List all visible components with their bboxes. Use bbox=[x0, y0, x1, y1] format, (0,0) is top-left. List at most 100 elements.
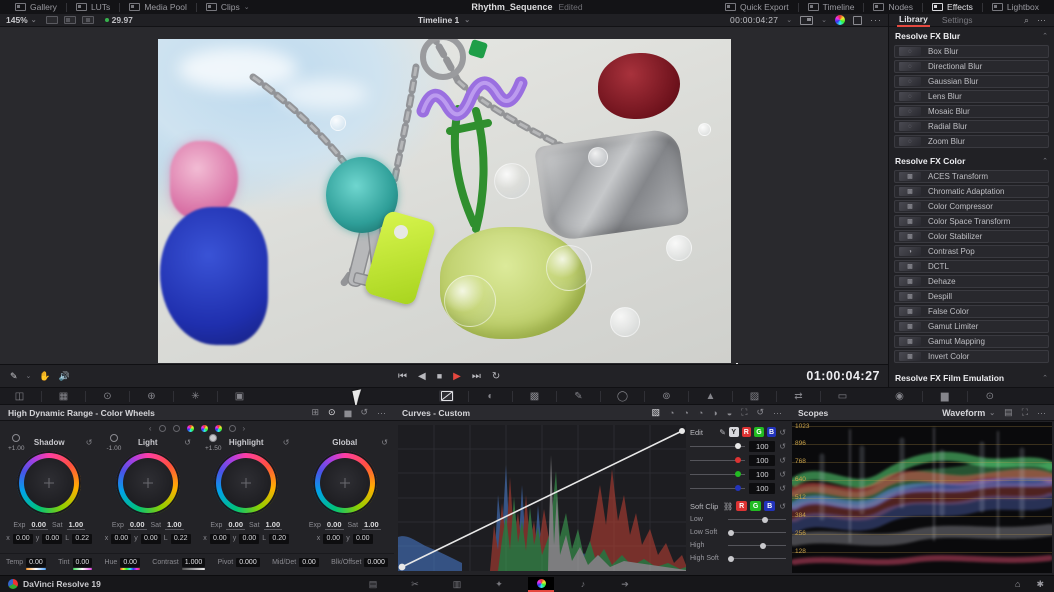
effect-item-color-stabilizer[interactable]: ▩ Color Stabilizer bbox=[894, 230, 1049, 243]
loop-button[interactable]: ↻ bbox=[492, 371, 500, 382]
color-wheels-palette-icon[interactable]: ⊙ bbox=[100, 390, 115, 402]
chevron-down-icon[interactable]: ⌄ bbox=[26, 372, 32, 380]
custom-curve-icon[interactable]: ▧ bbox=[651, 407, 660, 418]
l-value[interactable]: 0.20 bbox=[269, 534, 289, 544]
page-media[interactable]: ▤ bbox=[360, 577, 386, 592]
l-value[interactable]: 0.22 bbox=[72, 534, 92, 544]
gallery-button[interactable]: Gallery bbox=[6, 0, 66, 14]
reset-icon[interactable]: ↺ bbox=[779, 428, 786, 437]
color-match-palette-icon[interactable]: ▦ bbox=[56, 390, 71, 402]
param-value[interactable]: 0.000 bbox=[364, 558, 388, 567]
soft-slider-low-soft[interactable]: Low Soft bbox=[690, 526, 786, 539]
effect-item-dctl[interactable]: ▩ DCTL bbox=[894, 260, 1049, 273]
zoom-select[interactable]: 145% ⌄ bbox=[0, 15, 43, 25]
reset-icon[interactable]: ↺ bbox=[779, 484, 786, 493]
reset-icon[interactable]: ↺ bbox=[779, 456, 786, 465]
exp-value[interactable]: 0.00 bbox=[128, 520, 147, 530]
grab-still-icon[interactable] bbox=[800, 16, 813, 25]
scopes-toggle-icon[interactable]: ▆ bbox=[941, 391, 949, 402]
waveform-scope[interactable]: 1023 896 768 640 512 384 256 128 bbox=[792, 422, 1052, 573]
y-value[interactable]: 0.00 bbox=[42, 534, 62, 544]
effect-item-gamut-limiter[interactable]: ▩ Gamut Limiter bbox=[894, 320, 1049, 333]
annotate-tool-icon[interactable]: ✎ bbox=[10, 371, 18, 382]
hue-vs-hue-icon[interactable]: ◔ bbox=[669, 408, 674, 418]
window-palette-icon[interactable]: ◯ bbox=[615, 390, 630, 402]
sat-value[interactable]: 1.00 bbox=[67, 520, 86, 530]
zone-icon[interactable] bbox=[110, 434, 118, 442]
reset-icon[interactable]: ↺ bbox=[86, 438, 93, 447]
gain-slider-b[interactable]: 100 ↺ bbox=[690, 481, 786, 495]
color-ring[interactable] bbox=[17, 451, 81, 515]
hdr-wheels-palette-icon[interactable]: ⊕ bbox=[144, 390, 159, 402]
media-pool-button[interactable]: Media Pool bbox=[120, 0, 196, 14]
settings-gear-icon[interactable]: ✱ bbox=[1036, 579, 1044, 590]
gain-slider-y[interactable]: 100 ↺ bbox=[690, 439, 786, 453]
page-deliver[interactable]: ➔ bbox=[612, 577, 638, 592]
effect-item-gamut-mapping[interactable]: ▩ Gamut Mapping bbox=[894, 335, 1049, 348]
tracker-palette-icon[interactable]: ⊚ bbox=[659, 390, 674, 402]
expand-icon[interactable]: ⛶ bbox=[741, 407, 747, 418]
channel-b-button[interactable]: B bbox=[767, 427, 777, 437]
effects-button[interactable]: Effects bbox=[923, 0, 982, 14]
target-icon[interactable]: ⊙ bbox=[328, 407, 336, 418]
single-viewer-icon[interactable] bbox=[46, 16, 58, 24]
lightbox-button[interactable]: Lightbox bbox=[983, 0, 1048, 14]
color-ring[interactable] bbox=[116, 451, 180, 515]
soft-slider-high-soft[interactable]: High Soft bbox=[690, 552, 786, 565]
exp-value[interactable]: 0.00 bbox=[325, 520, 344, 530]
curves-palette-icon[interactable] bbox=[439, 390, 454, 402]
chevron-down-icon[interactable]: ⌄ bbox=[786, 16, 792, 24]
effect-item-invert-color[interactable]: ▩ Invert Color bbox=[894, 350, 1049, 363]
effect-item-radial-blur[interactable]: ◌ Radial Blur bbox=[894, 120, 1049, 133]
scope-settings-icon[interactable]: ▤ bbox=[1004, 407, 1013, 418]
param-value[interactable]: 1.000 bbox=[182, 558, 206, 567]
channel-r-button[interactable]: R bbox=[742, 427, 752, 437]
project-manager-icon[interactable]: ⌂ bbox=[1015, 579, 1020, 590]
gain-slider-g[interactable]: 100 ↺ bbox=[690, 467, 786, 481]
page-cut[interactable]: ✂ bbox=[402, 577, 428, 592]
split-viewer-icon[interactable] bbox=[64, 16, 76, 24]
soft-slider-high[interactable]: High bbox=[690, 539, 786, 552]
effect-item-contrast-pop[interactable]: ◑ Contrast Pop bbox=[894, 245, 1049, 258]
blur-palette-icon[interactable]: ▨ bbox=[747, 390, 762, 402]
reset-icon[interactable]: ↺ bbox=[756, 407, 764, 418]
effect-item-dehaze[interactable]: ▩ Dehaze bbox=[894, 275, 1049, 288]
hue-vs-lum-icon[interactable]: ◔ bbox=[698, 408, 703, 418]
effect-item-gaussian-blur[interactable]: ◌ Gaussian Blur bbox=[894, 75, 1049, 88]
motion-effects-palette-icon[interactable]: ▣ bbox=[232, 390, 247, 402]
sat-value[interactable]: 1.00 bbox=[165, 520, 184, 530]
key-palette-icon[interactable]: ⇄ bbox=[791, 390, 806, 402]
zone-icon[interactable] bbox=[12, 434, 20, 442]
play-button[interactable]: ▶ bbox=[453, 371, 461, 382]
gain-value[interactable]: 100 bbox=[749, 441, 775, 452]
param-value[interactable]: 0.000 bbox=[236, 558, 260, 567]
param-value[interactable]: 0.00 bbox=[73, 558, 93, 567]
expand-viewer-icon[interactable] bbox=[853, 16, 862, 25]
effect-item-aces-transform[interactable]: ▩ ACES Transform bbox=[894, 170, 1049, 183]
skip-start-button[interactable]: ⏮ bbox=[398, 371, 407, 382]
reset-icon[interactable]: ↺ bbox=[381, 438, 388, 447]
add-zone-icon[interactable]: ⊞ bbox=[311, 407, 319, 418]
scope-mode-select[interactable]: Waveform⌄ bbox=[942, 408, 995, 418]
video-frame[interactable] bbox=[158, 39, 731, 363]
soft-slider-low[interactable]: Low bbox=[690, 513, 786, 526]
page-edit[interactable]: ▥ bbox=[444, 577, 470, 592]
panel-options-menu[interactable]: ··· bbox=[377, 408, 386, 418]
tab-settings[interactable]: Settings bbox=[940, 14, 975, 26]
sat-value[interactable]: 1.00 bbox=[264, 520, 283, 530]
softclip-b-button[interactable]: B bbox=[764, 501, 775, 511]
gain-slider-r[interactable]: 100 ↺ bbox=[690, 453, 786, 467]
exp-value[interactable]: 0.00 bbox=[29, 520, 48, 530]
link-channels-icon[interactable]: ✎ bbox=[719, 428, 726, 437]
expand-icon[interactable]: ⛶ bbox=[1022, 407, 1028, 418]
skip-end-button[interactable]: ⏭ bbox=[472, 371, 481, 382]
reset-icon[interactable]: ↺ bbox=[779, 442, 786, 451]
library-options-menu[interactable]: ··· bbox=[1037, 15, 1046, 26]
section-header-blur[interactable]: Resolve FX Blur ⌃ bbox=[889, 27, 1054, 43]
y-value[interactable]: 0.00 bbox=[239, 534, 259, 544]
reset-icon[interactable]: ↺ bbox=[283, 438, 290, 447]
timeline-select[interactable]: Timeline 1 ⌄ bbox=[418, 15, 470, 25]
exp-value[interactable]: 0.00 bbox=[226, 520, 245, 530]
pager-dot[interactable] bbox=[187, 425, 194, 432]
search-icon[interactable]: ⌕ bbox=[1024, 15, 1029, 26]
